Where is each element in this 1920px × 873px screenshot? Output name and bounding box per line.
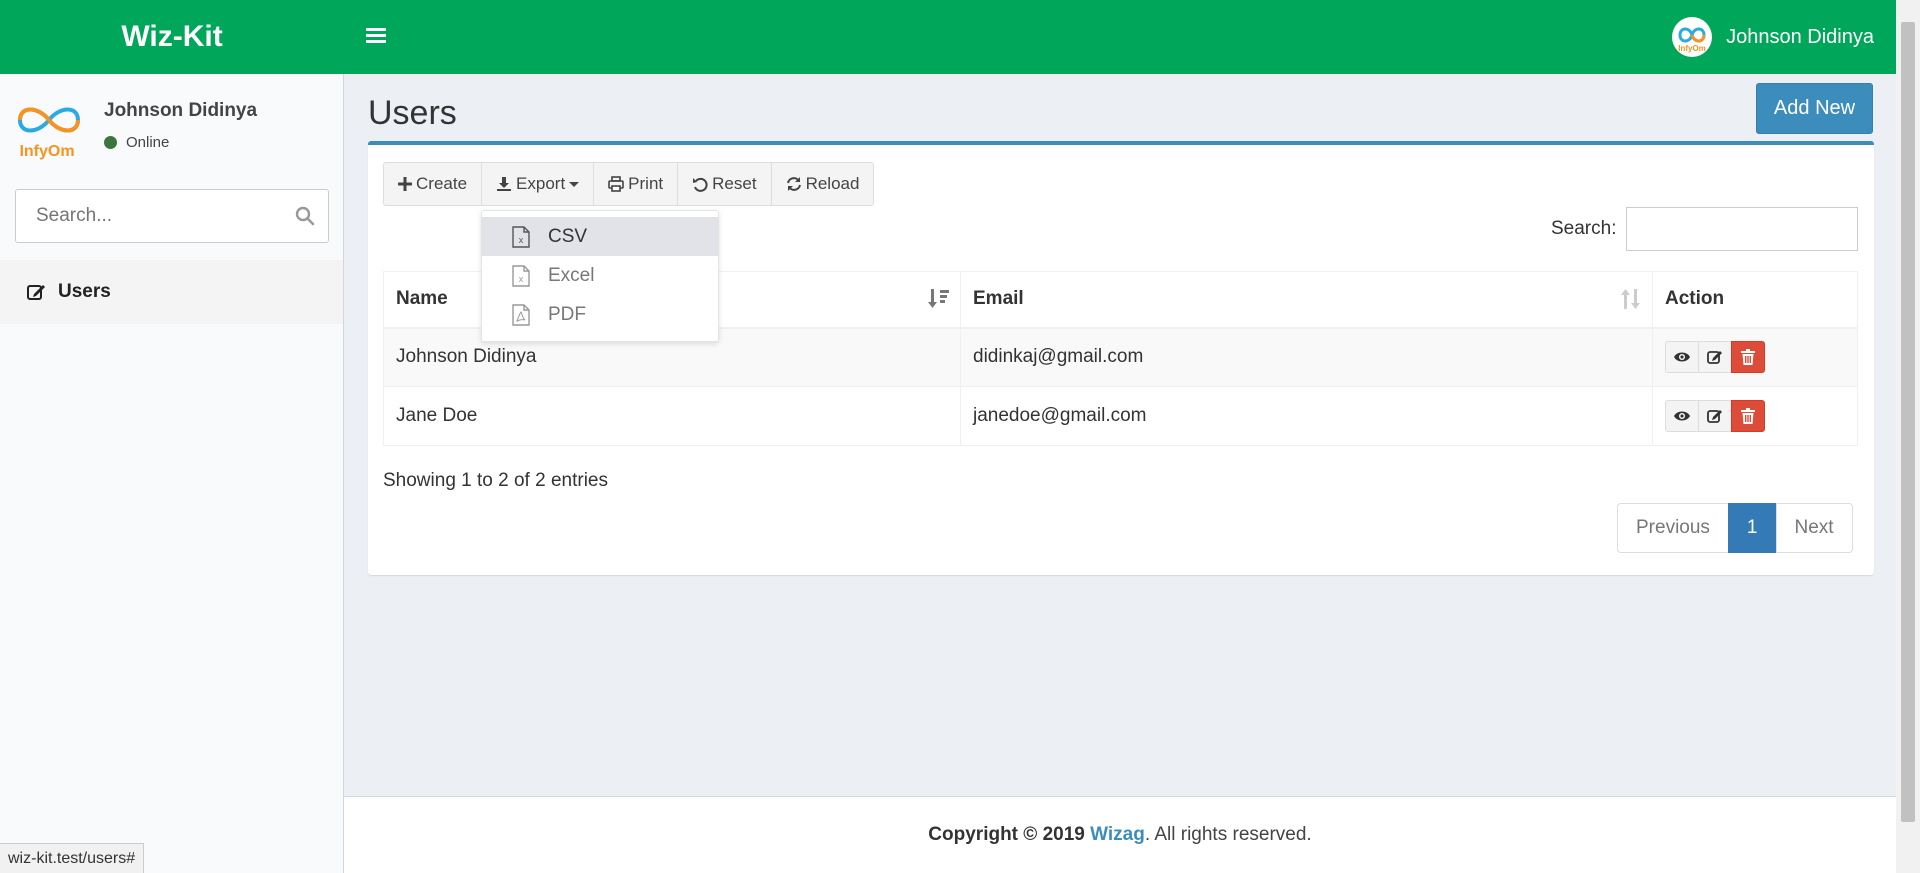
eye-icon [1674, 352, 1690, 362]
sidebar-logo-text: InfyOm [19, 143, 74, 160]
footer: Copyright © 2019 Wizag. All rights reser… [344, 796, 1896, 873]
table-search-label: Search: [1551, 218, 1617, 239]
page-1-button[interactable]: 1 [1727, 503, 1777, 553]
edit-icon [26, 282, 46, 302]
next-page-button[interactable]: Next [1775, 503, 1853, 553]
search-button[interactable] [281, 190, 328, 242]
search-icon [295, 206, 314, 226]
online-status[interactable]: Online [104, 134, 257, 151]
reload-label: Reload [805, 174, 860, 193]
sidebar-search-input[interactable] [16, 190, 281, 242]
cell-name: Jane Doe [383, 386, 961, 446]
users-box: Create Export Print Reset Reload Search:… [368, 141, 1874, 575]
footer-brand-link[interactable]: Wizag [1090, 824, 1145, 846]
delete-button[interactable] [1731, 400, 1765, 432]
reset-button[interactable]: Reset [677, 162, 772, 206]
footer-copyright: Copyright © 2019 [928, 824, 1085, 845]
user-menu[interactable]: InfyOm Johnson Didinya [1672, 0, 1874, 74]
edit-icon [1707, 351, 1722, 365]
page-title: Users [368, 94, 457, 132]
user-avatar: InfyOm [1672, 17, 1713, 57]
export-pdf-item[interactable]: PDF [482, 295, 718, 334]
sidebar: InfyOm Johnson Didinya Online User [0, 74, 344, 873]
delete-button[interactable] [1731, 341, 1765, 374]
status-label: Online [126, 134, 170, 151]
column-header-action: Action [1652, 271, 1858, 329]
undo-icon [692, 176, 708, 192]
previous-page-button[interactable]: Previous [1617, 503, 1729, 553]
export-button[interactable]: Export [481, 162, 595, 206]
table-search-input[interactable] [1626, 207, 1858, 251]
create-button[interactable]: Create [383, 162, 483, 206]
print-label: Print [628, 174, 664, 193]
cell-actions [1652, 327, 1858, 387]
table-row: Jane Doe janedoe@gmail.com [383, 386, 1858, 446]
file-excel-icon: x [512, 264, 530, 287]
export-pdf-label: PDF [548, 303, 586, 325]
table-info: Showing 1 to 2 of 2 entries [383, 470, 608, 491]
edit-icon [1707, 410, 1722, 423]
sidebar-avatar: InfyOm [14, 92, 84, 162]
top-navbar: Wiz-Kit InfyOm Johnson Didinya [0, 0, 1896, 74]
sidebar-user-panel: InfyOm Johnson Didinya Online [14, 92, 257, 162]
footer-rights: . All rights reserved. [1144, 824, 1312, 845]
sort-desc-icon [928, 289, 950, 315]
cell-email: janedoe@gmail.com [960, 386, 1653, 446]
print-button[interactable]: Print [593, 162, 679, 206]
file-pdf-icon [512, 303, 530, 326]
cell-actions [1652, 386, 1858, 446]
status-dot-icon [104, 136, 117, 149]
edit-button[interactable] [1698, 341, 1732, 374]
plus-icon [398, 177, 412, 191]
export-excel-item[interactable]: x Excel [482, 256, 718, 295]
vertical-scrollbar[interactable] [1896, 0, 1920, 873]
view-button[interactable] [1665, 341, 1699, 374]
column-header-email[interactable]: Email [960, 271, 1653, 329]
sidebar-toggle-icon[interactable] [366, 25, 386, 49]
create-label: Create [416, 174, 468, 193]
trash-icon [1741, 349, 1755, 366]
trash-icon [1741, 408, 1755, 424]
pagination: Previous 1 Next [1617, 503, 1853, 553]
user-menu-name: Johnson Didinya [1726, 25, 1874, 48]
download-icon [496, 176, 512, 192]
svg-text:x: x [519, 274, 524, 284]
export-csv-item[interactable]: x CSV [482, 217, 718, 256]
refresh-icon [786, 176, 802, 192]
export-dropdown-menu: x CSV x Excel PDF [481, 210, 719, 342]
export-excel-label: Excel [548, 264, 595, 286]
svg-text:x: x [519, 235, 524, 245]
reload-button[interactable]: Reload [770, 162, 875, 206]
datatable-toolbar: Create Export Print Reset Reload [383, 162, 875, 206]
sidebar-item-users[interactable]: Users [0, 260, 343, 324]
sidebar-search [15, 189, 329, 243]
edit-button[interactable] [1698, 400, 1732, 432]
reset-label: Reset [712, 174, 757, 193]
status-bar-url: wiz-kit.test/users# [0, 843, 145, 873]
cell-email: didinkaj@gmail.com [960, 327, 1653, 387]
brand-logo[interactable]: Wiz-Kit [0, 0, 344, 74]
export-label: Export [516, 174, 566, 193]
sort-both-icon [1620, 289, 1642, 315]
eye-icon [1674, 411, 1690, 421]
export-csv-label: CSV [548, 225, 588, 247]
sidebar-user-name: Johnson Didinya [104, 100, 258, 121]
file-excel-icon: x [512, 225, 530, 248]
sidebar-item-label: Users [58, 281, 111, 302]
add-new-button[interactable]: Add New [1756, 83, 1873, 134]
view-button[interactable] [1665, 400, 1699, 432]
svg-text:InfyOm: InfyOm [1678, 44, 1706, 53]
scrollbar-thumb[interactable] [1901, 22, 1915, 822]
print-icon [608, 176, 624, 192]
caret-down-icon [569, 181, 580, 187]
